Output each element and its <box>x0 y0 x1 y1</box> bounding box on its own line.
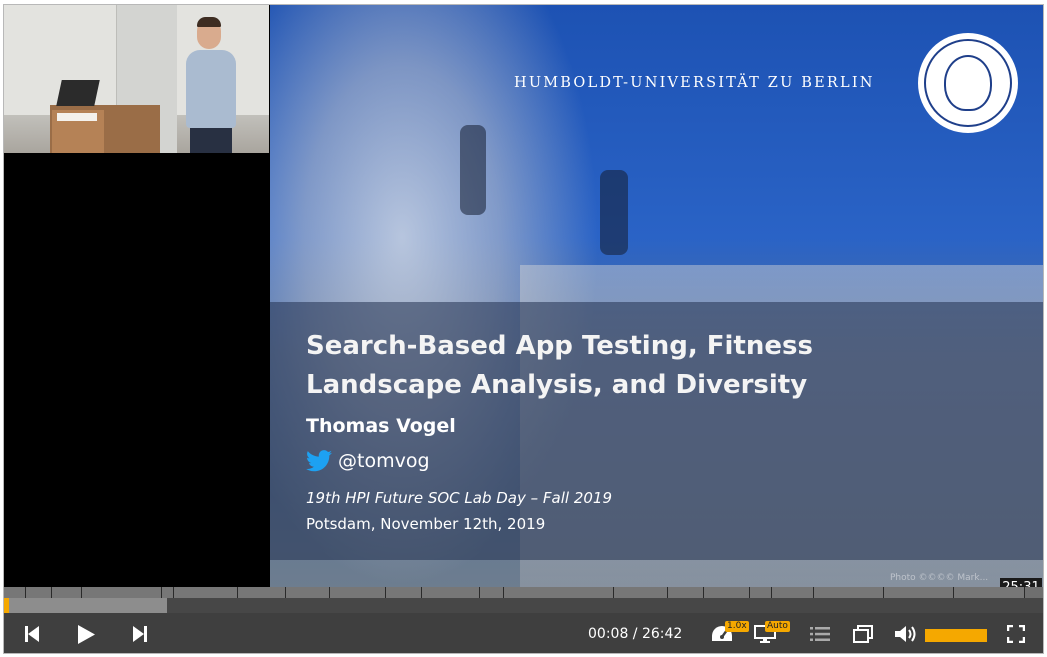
chapter-segment[interactable] <box>504 587 614 598</box>
chapter-segment[interactable] <box>330 587 386 598</box>
chapter-segment[interactable] <box>286 587 330 598</box>
previous-button[interactable] <box>20 613 44 653</box>
slide-title: Search-Based App Testing, Fitness Landsc… <box>306 327 866 405</box>
rooftop-statue <box>600 170 628 255</box>
twitter-handle: @tomvog <box>338 450 430 472</box>
chapter-segment[interactable] <box>422 587 480 598</box>
chapter-segment[interactable] <box>4 587 26 598</box>
rooftop-statue <box>460 125 486 215</box>
twitter-line: @tomvog <box>306 450 430 472</box>
layout-button[interactable] <box>850 613 876 653</box>
duration: 26:42 <box>641 626 683 642</box>
time-separator: / <box>628 626 642 642</box>
place-date: Potsdam, November 12th, 2019 <box>306 515 546 533</box>
video-player: HUMBOLDT-UNIVERSITÄT ZU BERLIN Search-Ba… <box>3 4 1044 654</box>
playback-speed-button[interactable]: 1.0x <box>708 613 749 653</box>
chapter-segment[interactable] <box>954 587 1025 598</box>
chapter-segment[interactable] <box>238 587 286 598</box>
slide-title-line: Landscape Analysis, and Diversity <box>306 370 808 400</box>
chapters-button[interactable] <box>807 613 833 653</box>
quality-button[interactable]: Auto <box>751 613 790 653</box>
slide-video[interactable]: HUMBOLDT-UNIVERSITÄT ZU BERLIN Search-Ba… <box>270 5 1043 587</box>
speaker-video[interactable] <box>4 5 269 153</box>
slide-title-line: Search-Based App Testing, Fitness <box>306 331 813 361</box>
event-name: 19th HPI Future SOC Lab Day – Fall 2019 <box>306 489 612 507</box>
speed-badge: 1.0x <box>725 621 749 632</box>
play-button[interactable] <box>72 613 100 653</box>
chapter-segment[interactable] <box>750 587 772 598</box>
chapter-segment[interactable] <box>668 587 704 598</box>
list-icon <box>810 627 830 641</box>
fullscreen-icon <box>1007 625 1025 643</box>
chapter-segment[interactable] <box>174 587 238 598</box>
twitter-bird-icon <box>306 450 332 472</box>
played-bar <box>4 598 9 613</box>
author-name: Thomas Vogel <box>306 415 456 437</box>
chapter-segment[interactable] <box>814 587 884 598</box>
chapter-segment[interactable] <box>26 587 52 598</box>
chapter-segment[interactable] <box>480 587 504 598</box>
chapter-segment[interactable] <box>82 587 162 598</box>
podium-label <box>57 113 97 121</box>
speaker-body <box>186 50 236 128</box>
university-seal-logo <box>918 33 1018 133</box>
speaker-legs <box>190 125 232 153</box>
volume-slider[interactable] <box>925 629 987 642</box>
buffered-bar <box>4 598 167 613</box>
fullscreen-button[interactable] <box>1004 613 1028 653</box>
chapter-segment[interactable] <box>52 587 82 598</box>
skip-previous-icon <box>25 626 39 642</box>
chapter-segment[interactable] <box>614 587 668 598</box>
seek-bar[interactable] <box>4 598 1043 613</box>
photo-credit: Photo ©©©© Mark... <box>890 573 989 583</box>
control-bar: 00:08 / 26:42 1.0x Auto <box>4 613 1043 653</box>
chapter-segment[interactable] <box>772 587 814 598</box>
picture-in-picture-icon <box>853 625 873 643</box>
chapter-segment[interactable] <box>386 587 422 598</box>
skip-next-icon <box>133 626 147 642</box>
mute-button[interactable] <box>893 613 919 653</box>
current-time: 00:08 <box>588 626 629 642</box>
volume-icon <box>895 626 916 642</box>
university-name: HUMBOLDT-UNIVERSITÄT ZU BERLIN <box>514 75 875 91</box>
chapter-segment[interactable] <box>884 587 954 598</box>
chapter-strip[interactable] <box>4 587 1043 598</box>
play-icon <box>77 624 95 644</box>
next-button[interactable] <box>128 613 152 653</box>
chapter-segment[interactable] <box>162 587 174 598</box>
time-display: 00:08 / 26:42 <box>588 613 683 653</box>
quality-badge: Auto <box>765 621 790 632</box>
speaker-hair <box>197 17 221 27</box>
laptop <box>56 80 100 106</box>
chapter-segment[interactable] <box>704 587 750 598</box>
